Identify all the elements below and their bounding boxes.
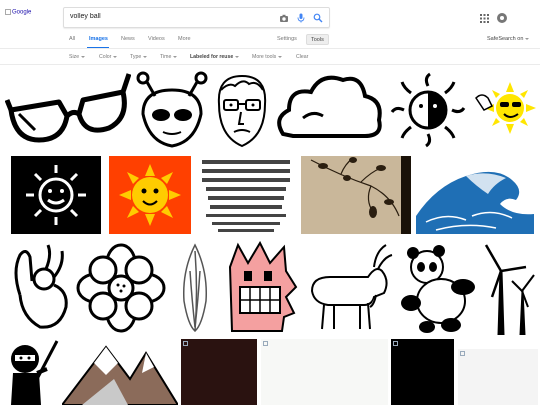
search-tabs: All Images News Videos More Settings Too… [0,30,540,49]
result-tulip-bud[interactable] [176,241,214,335]
ok-hand-clipart [14,244,68,329]
filter-time-label: Time [160,54,172,60]
tab-news[interactable]: News [121,36,135,42]
plant-silhouette-image [310,156,411,234]
tulip-bud-clipart [182,243,208,332]
tab-videos[interactable]: Videos [148,36,165,42]
light-image-placeholder [261,339,388,405]
black-image-placeholder [391,339,454,405]
filter-size-label: Size [69,54,80,60]
result-black-placeholder[interactable] [391,339,454,405]
sun-moon-clipart [390,72,466,148]
goat-clipart [310,244,393,330]
result-black-sun[interactable] [11,156,101,234]
sunglasses-clipart [5,73,131,143]
chevron-down-icon [113,55,118,58]
tab-images[interactable]: Images [89,36,108,42]
settings-button[interactable]: Settings [273,34,301,45]
result-sun-moon[interactable] [388,70,468,150]
result-sunglasses[interactable] [5,70,131,150]
filter-license[interactable]: Labeled for reuse [190,54,240,60]
chevron-down-icon [278,55,283,58]
result-light-placeholder[interactable] [261,339,388,405]
filter-time[interactable]: Time [160,54,178,60]
microphone-icon[interactable] [296,13,306,23]
filter-more-tools-label: More tools [252,54,277,60]
pink-monster-clipart [228,241,298,332]
panda-clipart [401,245,475,333]
flower-outline-clipart [76,243,166,333]
cool-sun-clipart [475,82,536,134]
result-great-wave[interactable] [416,156,534,234]
result-cool-sun[interactable] [472,70,538,150]
result-alphabet[interactable] [196,156,296,234]
google-logo[interactable]: Google [5,9,31,16]
result-ok-hand[interactable] [6,241,70,335]
result-dark-placeholder[interactable] [181,339,257,405]
result-wind-turbines[interactable] [482,241,536,335]
mountains-clipart [62,345,178,405]
search-icon[interactable] [313,13,323,23]
result-cloud[interactable] [273,70,385,150]
broken-image-icon [263,341,268,346]
result-man-glasses[interactable] [213,70,271,150]
alphabet-chart-image [202,160,290,232]
result-pink-monster[interactable] [224,241,298,335]
account-avatar[interactable] [497,13,507,23]
result-plant-silhouette[interactable] [301,156,411,234]
safesearch-label: SafeSearch on [487,36,524,42]
cloud-clipart [277,75,382,138]
orange-sun-clipart [119,164,181,226]
result-ninja[interactable] [3,339,59,405]
tab-all[interactable]: All [69,36,75,42]
filter-color-label: Color [99,54,112,60]
apps-grid-icon[interactable] [480,14,489,23]
alien-head-clipart [136,71,208,148]
great-wave-image [416,171,534,234]
black-sun-clipart [26,165,86,225]
loading-image-placeholder [458,349,538,405]
broken-image-icon [5,9,11,15]
result-alien[interactable] [135,70,209,150]
wind-turbines-clipart [484,244,535,335]
filter-size[interactable]: Size [69,54,86,60]
filter-bar: Size Color Type Time Labeled for reuse M… [0,48,540,65]
filter-color[interactable]: Color [99,54,118,60]
result-loading-placeholder[interactable] [458,349,538,405]
filter-type-label: Type [130,54,142,60]
search-box[interactable] [63,7,330,28]
tab-more[interactable]: More [178,36,191,42]
broken-image-icon [393,341,398,346]
result-goat[interactable] [302,241,394,335]
search-input[interactable] [70,13,270,20]
result-panda[interactable] [397,241,479,335]
chevron-down-icon [173,55,178,58]
image-results-grid [0,66,540,405]
result-flower[interactable] [74,241,168,335]
logo-alt-text: Google [12,9,32,16]
man-with-glasses-clipart [217,74,267,148]
result-orange-sun[interactable] [109,156,191,234]
clear-filters-link[interactable]: Clear [296,54,308,60]
broken-image-icon [183,341,188,346]
ninja-clipart [11,340,59,405]
top-bar: Google [0,0,540,30]
filter-license-label: Labeled for reuse [190,54,234,60]
chevron-down-icon [81,55,86,58]
filter-more-tools[interactable]: More tools [252,54,283,60]
chevron-down-icon [235,55,240,58]
result-mountains[interactable] [62,339,178,405]
safesearch-toggle[interactable]: SafeSearch on [487,36,530,42]
broken-image-icon [460,351,465,356]
filter-type[interactable]: Type [130,54,148,60]
chevron-down-icon [525,37,530,40]
chevron-down-icon [143,55,148,58]
camera-icon[interactable] [279,13,289,23]
dark-image-placeholder [181,339,257,405]
tools-button[interactable]: Tools [306,34,329,45]
